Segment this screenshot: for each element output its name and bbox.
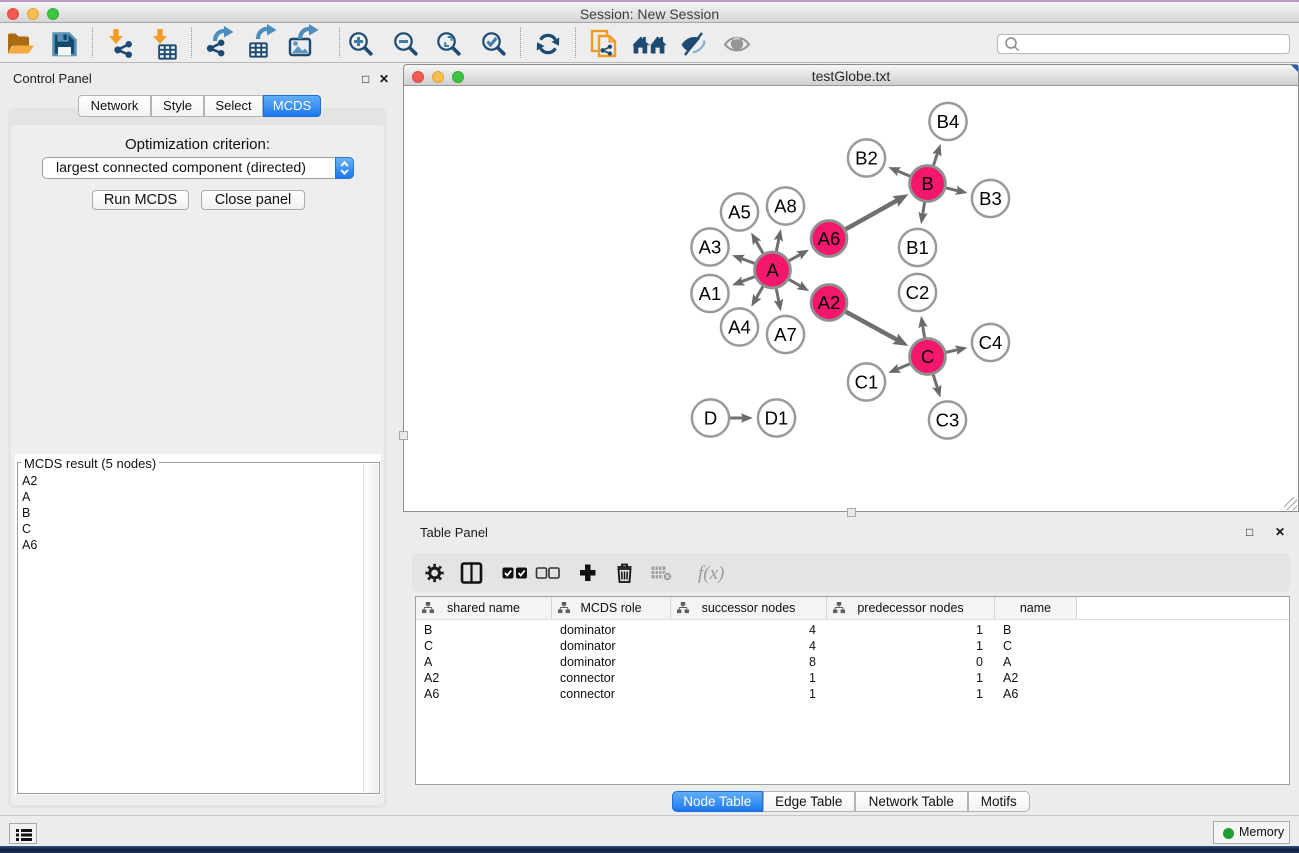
svg-text:D1: D1 <box>765 408 789 429</box>
svg-text:C4: C4 <box>979 332 1003 353</box>
svg-text:A6: A6 <box>818 228 841 249</box>
svg-text:A8: A8 <box>774 196 797 217</box>
svg-text:A7: A7 <box>774 324 797 345</box>
svg-text:A3: A3 <box>699 237 722 258</box>
svg-text:A1: A1 <box>699 283 722 304</box>
svg-text:D: D <box>704 408 717 429</box>
svg-text:A4: A4 <box>728 317 751 338</box>
svg-text:C2: C2 <box>906 282 930 303</box>
svg-text:B2: B2 <box>855 148 878 169</box>
svg-text:B1: B1 <box>906 237 929 258</box>
svg-text:B3: B3 <box>979 188 1002 209</box>
svg-text:B4: B4 <box>937 111 960 132</box>
svg-text:C3: C3 <box>936 410 960 431</box>
svg-text:C1: C1 <box>855 372 879 393</box>
svg-text:A: A <box>766 260 779 281</box>
svg-text:A2: A2 <box>818 292 841 313</box>
svg-text:A5: A5 <box>728 202 751 223</box>
svg-text:C: C <box>921 346 934 367</box>
svg-text:f(x): f(x) <box>698 563 724 584</box>
svg-text:B: B <box>921 173 933 194</box>
